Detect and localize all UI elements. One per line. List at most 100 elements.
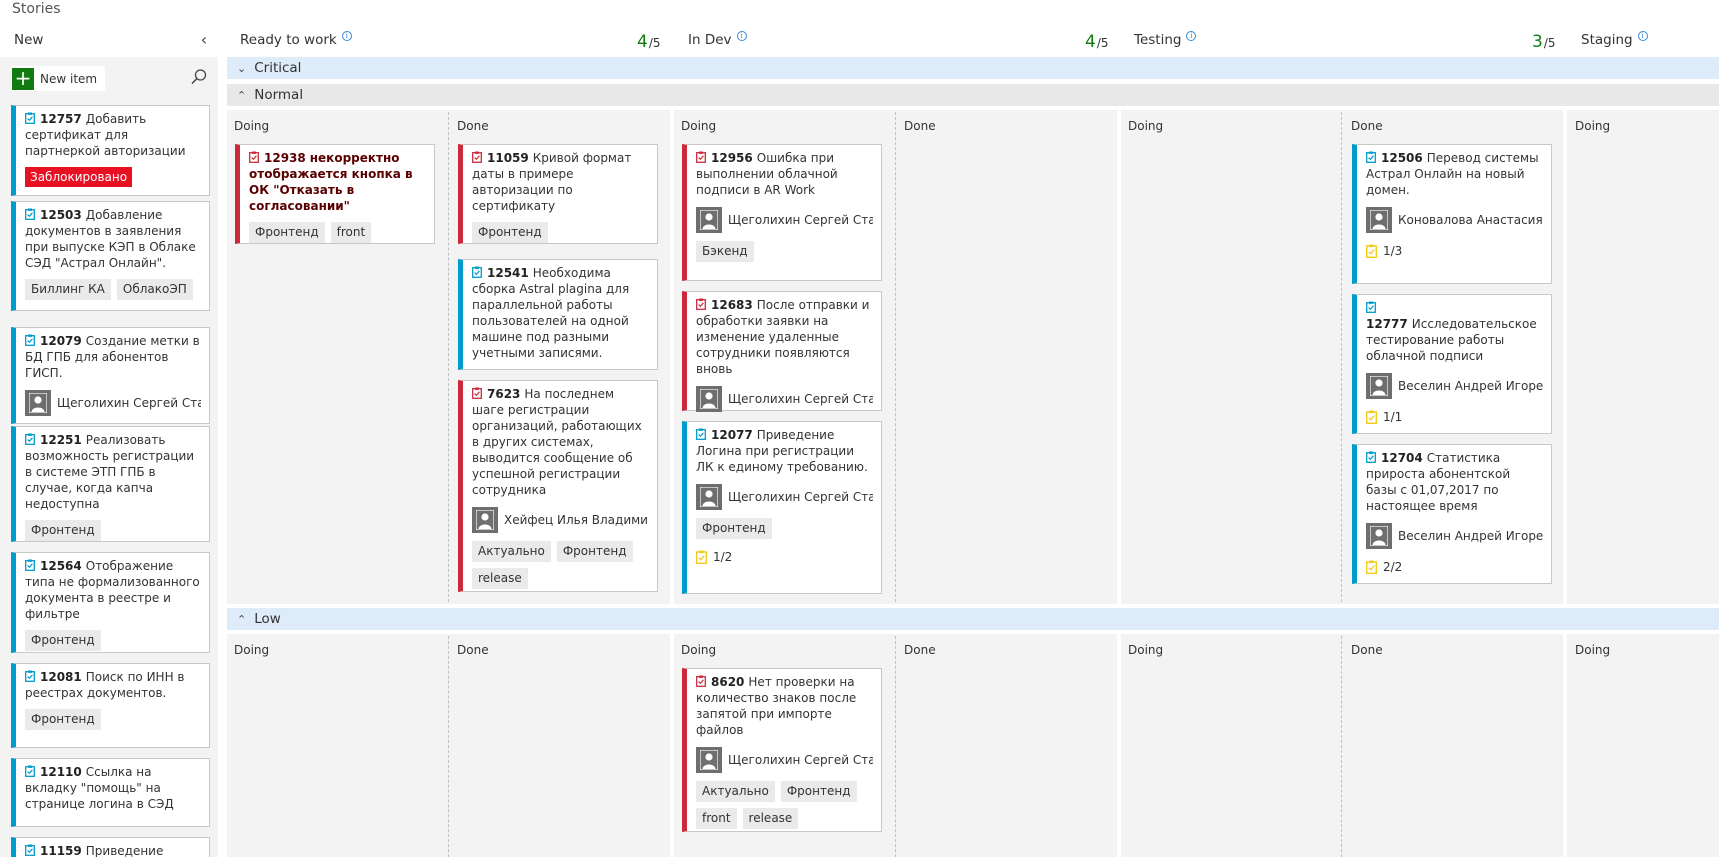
work-item-card[interactable]: 12081 Поиск по ИНН в реестрах документов.… — [11, 663, 210, 748]
work-item-card[interactable]: 12077 Приведение Логина при регистрации Л… — [682, 421, 882, 594]
work-item-card[interactable]: 12506 Перевод системы Астрал Онлайн на но… — [1352, 144, 1552, 284]
swimlane-critical[interactable]: ⌄ Critical — [227, 57, 1719, 79]
chevron-up-icon: ⌃ — [237, 612, 247, 626]
wip-count: 4 — [1085, 32, 1096, 52]
subcolumn-doing: Doing — [234, 119, 270, 133]
search-icon[interactable] — [190, 68, 208, 86]
subcolumn-divider — [1341, 636, 1342, 857]
work-item-card[interactable]: 12564 Отображение типа не формализованног… — [11, 552, 210, 653]
story-icon — [25, 765, 35, 777]
chevron-up-icon: ⌃ — [237, 88, 247, 102]
story-icon — [25, 559, 35, 571]
card-title: 12251 Реализовать возможность регистрации… — [25, 433, 195, 511]
assignee[interactable]: Хейфец Илья Владимир... — [472, 507, 649, 533]
column-header-new[interactable]: New — [14, 28, 43, 52]
avatar — [472, 507, 498, 533]
tag[interactable]: Фронтенд — [25, 630, 101, 651]
tag[interactable]: Фронтенд — [25, 709, 101, 730]
wip-ready: 4/5 — [637, 28, 661, 52]
info-icon[interactable]: i — [1186, 31, 1197, 41]
column-header-staging[interactable]: Staging i — [1581, 28, 1648, 52]
work-item-card[interactable]: 12110 Ссылка на вкладку "помощь" на стран… — [11, 758, 210, 827]
task-progress[interactable]: 1/3 — [1365, 243, 1543, 259]
work-item-card[interactable]: 12541 Необходима сборка Astral plagina дл… — [458, 259, 658, 370]
subcolumn-done: Done — [457, 643, 489, 657]
tag[interactable]: front — [330, 222, 372, 243]
tag[interactable]: Фронтенд — [780, 781, 857, 802]
tag[interactable]: Актуально — [696, 781, 775, 802]
tag[interactable]: ОблакоЭП — [116, 279, 193, 300]
tag[interactable]: release — [472, 568, 528, 589]
card-title: 12777 Исследовательское тестирование рабо… — [1366, 300, 1543, 364]
task-progress[interactable]: 1/2 — [695, 549, 873, 565]
subcolumn-doing: Doing — [1128, 643, 1164, 657]
tag[interactable]: Фронтенд — [25, 520, 101, 541]
avatar — [1366, 207, 1392, 233]
swimlane-low-body — [227, 634, 1719, 857]
plus-icon: + — [12, 67, 34, 90]
subcolumn-done: Done — [1351, 119, 1383, 133]
swimlane-low[interactable]: ⌃ Low — [227, 608, 1719, 630]
card-title: 7623 На последнем шаге регистрации органи… — [472, 387, 642, 497]
assignee[interactable]: Щеголихин Сергей Стан... — [696, 484, 873, 510]
work-item-card[interactable]: 12938 некорректно отображается кнопка в О… — [235, 144, 435, 244]
work-item-card[interactable]: 11059 Кривой формат даты в примере автори… — [458, 144, 658, 244]
new-item-button[interactable]: + New item — [11, 66, 106, 91]
column-header-ready[interactable]: Ready to work i — [240, 28, 352, 52]
assignee[interactable]: Веселин Андрей Игоре... — [1366, 523, 1543, 549]
chevron-left-icon[interactable]: ‹ — [196, 29, 212, 51]
assignee[interactable]: Щеголихин Сергей Стан... — [696, 386, 873, 412]
column-header-testing[interactable]: Testing i — [1134, 28, 1197, 52]
info-icon[interactable]: i — [736, 31, 747, 41]
work-item-card[interactable]: 12683 После отправки и обработки заявки н… — [682, 291, 882, 412]
tag[interactable]: Бэкенд — [696, 241, 754, 262]
backlog-column: + New item 12757 Добавить сертификат для п… — [0, 57, 218, 857]
work-item-card[interactable]: 12503 Добавление документов в заявления п… — [11, 201, 210, 311]
column-divider — [1117, 110, 1121, 604]
work-item-card[interactable]: 8620 Нет проверки на количество знаков по… — [682, 668, 882, 832]
tag[interactable]: release — [742, 808, 799, 829]
tag[interactable]: Фронтенд — [249, 222, 325, 243]
swimlane-normal[interactable]: ⌃ Normal — [227, 84, 1719, 106]
card-title: 12506 Перевод системы Астрал Онлайн на но… — [1366, 151, 1539, 197]
info-icon[interactable]: i — [1637, 31, 1648, 41]
tag[interactable]: Актуально — [472, 541, 551, 562]
task-progress[interactable]: 2/2 — [1365, 559, 1543, 575]
assignee[interactable]: Щеголихин Сергей Стан... — [25, 390, 201, 416]
story-icon — [1366, 151, 1376, 163]
work-item-card[interactable]: 12757 Добавить сертификат для партнеркой … — [11, 105, 210, 196]
story-icon — [25, 670, 35, 682]
column-divider — [1117, 634, 1121, 857]
subcolumn-doing: Doing — [1128, 119, 1164, 133]
work-item-card[interactable]: 12704 Статистика прироста абонентской баз… — [1352, 444, 1552, 584]
avatar — [696, 484, 722, 510]
story-icon — [25, 208, 35, 220]
assignee[interactable]: Щеголихин Сергей Стан... — [696, 207, 873, 233]
tag[interactable]: Фронтенд — [696, 518, 772, 539]
story-icon — [25, 844, 35, 856]
work-item-card[interactable]: 12251 Реализовать возможность регистрации… — [11, 426, 210, 542]
task-icon — [1365, 410, 1378, 425]
wip-limit: /5 — [648, 36, 661, 50]
assignee[interactable]: Коновалова Анастасия ... — [1366, 207, 1543, 233]
assignee[interactable]: Веселин Андрей Игоре... — [1366, 373, 1543, 399]
avatar — [1366, 373, 1392, 399]
bug-icon — [249, 151, 259, 163]
column-divider — [1563, 110, 1567, 604]
task-progress[interactable]: 1/1 — [1365, 409, 1543, 425]
new-item-label: New item — [40, 71, 98, 86]
work-item-card[interactable]: 7623 На последнем шаге регистрации органи… — [458, 380, 658, 592]
wip-count: 3 — [1532, 32, 1543, 52]
info-icon[interactable]: i — [341, 31, 352, 41]
tag[interactable]: front — [696, 808, 737, 829]
tag[interactable]: Фронтенд — [472, 222, 548, 243]
tag[interactable]: Биллинг КА — [25, 279, 111, 300]
work-item-card[interactable]: 12079 Создание метки в БД ГПБ для абонент… — [11, 327, 210, 424]
assignee[interactable]: Щеголихин Сергей Стан... — [696, 747, 873, 773]
card-title: 12503 Добавление документов в заявления п… — [25, 208, 196, 270]
work-item-card[interactable]: 12956 Ошибка при выполнении облачной подп… — [682, 144, 882, 281]
work-item-card[interactable]: 11159Приведение названия — [11, 837, 210, 857]
work-item-card[interactable]: 12777 Исследовательское тестирование рабо… — [1352, 294, 1552, 434]
column-header-indev[interactable]: In Dev i — [688, 28, 747, 52]
tag[interactable]: Фронтенд — [556, 541, 633, 562]
